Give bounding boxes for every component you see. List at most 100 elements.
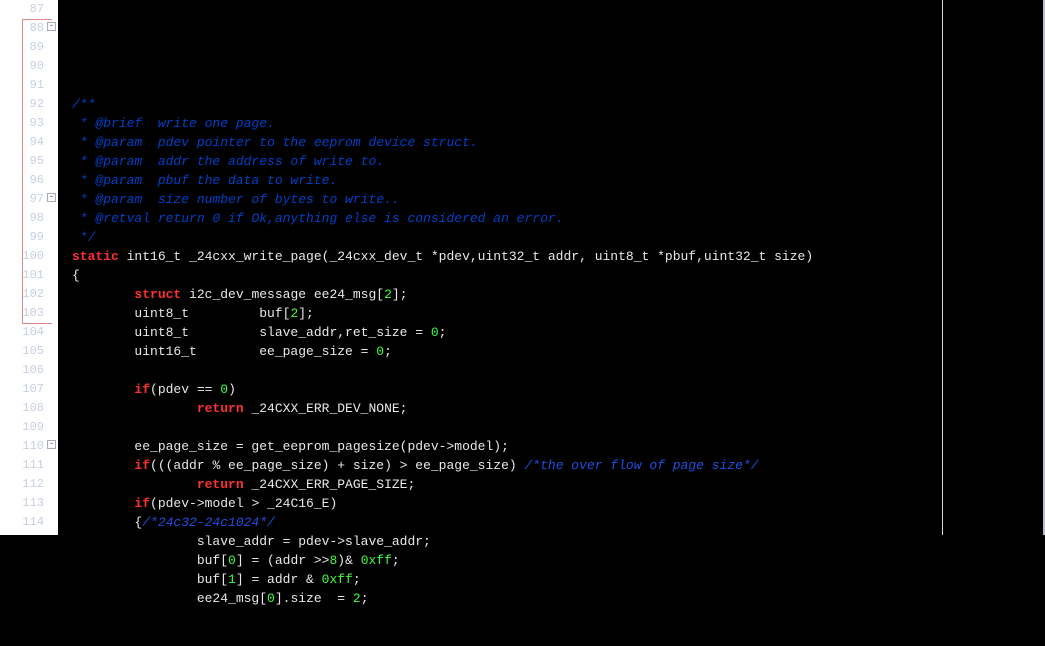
code-token: 0xff [322, 572, 353, 587]
code-token: * @param pdev pointer to the eeprom devi… [72, 135, 478, 150]
code-token: /*24c32-24c1024*/ [142, 515, 275, 530]
fold-toggle-icon[interactable]: - [47, 440, 56, 449]
code-token: _24CXX_ERR_PAGE_SIZE; [244, 477, 416, 492]
line-number[interactable]: 110- [0, 437, 56, 456]
code-token: _24CXX_ERR_DEV_NONE; [244, 401, 408, 416]
code-line[interactable]: if(pdev->model > _24C16_E) [72, 494, 1045, 513]
code-line[interactable] [72, 418, 1045, 437]
code-token [72, 287, 134, 302]
line-number[interactable]: 90 [0, 57, 56, 76]
line-number[interactable]: 95 [0, 152, 56, 171]
code-line[interactable]: buf[1] = addr & 0xff; [72, 570, 1045, 589]
line-number-text: 114 [22, 513, 44, 532]
code-token: return [197, 401, 244, 416]
code-line[interactable]: ee_page_size = get_eeprom_pagesize(pdev-… [72, 437, 1045, 456]
code-token [72, 401, 197, 416]
code-token: * @retval return 0 if Ok,anything else i… [72, 211, 563, 226]
fold-toggle-icon[interactable]: - [47, 22, 56, 31]
code-line[interactable] [72, 361, 1045, 380]
code-line[interactable]: return _24CXX_ERR_DEV_NONE; [72, 399, 1045, 418]
line-number-text: 91 [30, 76, 44, 95]
code-token: ; [439, 325, 447, 340]
line-number[interactable]: 111 [0, 456, 56, 475]
code-line[interactable]: * @brief write one page. [72, 114, 1045, 133]
line-number[interactable]: 99 [0, 228, 56, 247]
code-token: * @brief write one page. [72, 116, 275, 131]
code-line[interactable]: */ [72, 228, 1045, 247]
code-line[interactable]: uint8_t slave_addr,ret_size = 0; [72, 323, 1045, 342]
code-token: ; [353, 572, 361, 587]
line-number[interactable]: 96 [0, 171, 56, 190]
line-number[interactable]: 106 [0, 361, 56, 380]
code-line[interactable]: static int16_t _24cxx_write_page(_24cxx_… [72, 247, 1045, 266]
code-line[interactable]: {/*24c32-24c1024*/ [72, 513, 1045, 532]
code-token: ] = (addr >> [236, 553, 330, 568]
code-line[interactable]: if(pdev == 0) [72, 380, 1045, 399]
line-number-text: 97 [30, 190, 44, 209]
code-token: uint8_t slave_addr,ret_size = [72, 325, 431, 340]
print-margin-line [942, 0, 943, 535]
code-token: slave_addr = pdev->slave_addr; [72, 534, 431, 549]
line-number-text: 109 [22, 418, 44, 437]
code-token: static [72, 249, 119, 264]
line-number[interactable]: 91 [0, 76, 56, 95]
code-line[interactable]: * @param size number of bytes to write.. [72, 190, 1045, 209]
code-token: )& [337, 553, 360, 568]
code-editor-area[interactable]: /** * @brief write one page. * @param pd… [58, 0, 1045, 535]
code-token: 8 [329, 553, 337, 568]
code-token: 2 [384, 287, 392, 302]
code-line[interactable]: * @param addr the address of write to. [72, 152, 1045, 171]
code-token: ; [384, 344, 392, 359]
code-line[interactable]: * @param pdev pointer to the eeprom devi… [72, 133, 1045, 152]
code-token: 0 [220, 382, 228, 397]
line-number-text: 110 [22, 437, 44, 456]
code-line[interactable]: ee24_msg[0].size = 2; [72, 589, 1045, 608]
line-number[interactable]: 98 [0, 209, 56, 228]
line-number-gutter[interactable]: 8788-899091929394959697-9899100101102103… [0, 0, 58, 535]
code-token: { [72, 268, 80, 283]
line-number[interactable]: 94 [0, 133, 56, 152]
line-number[interactable]: 89 [0, 38, 56, 57]
line-number[interactable]: 92 [0, 95, 56, 114]
code-line[interactable]: uint8_t buf[2]; [72, 304, 1045, 323]
line-number[interactable]: 113 [0, 494, 56, 513]
code-token: */ [72, 230, 95, 245]
line-number-text: 98 [30, 209, 44, 228]
line-number[interactable]: 93 [0, 114, 56, 133]
code-token: ; [361, 591, 369, 606]
code-token: 0 [376, 344, 384, 359]
code-line[interactable]: return _24CXX_ERR_PAGE_SIZE; [72, 475, 1045, 494]
code-line[interactable]: buf[0] = (addr >>8)& 0xff; [72, 551, 1045, 570]
code-token: i2c_dev_message ee24_msg[ [181, 287, 384, 302]
line-number[interactable]: 87 [0, 0, 56, 19]
line-number[interactable]: 100 [0, 247, 56, 266]
line-number[interactable]: 109 [0, 418, 56, 437]
code-line[interactable]: /** [72, 95, 1045, 114]
line-number[interactable]: 107 [0, 380, 56, 399]
line-number[interactable]: 114 [0, 513, 56, 532]
line-number[interactable]: 103 [0, 304, 56, 323]
code-token: ]; [392, 287, 408, 302]
code-line[interactable]: { [72, 266, 1045, 285]
line-number[interactable]: 104 [0, 323, 56, 342]
code-line[interactable]: uint16_t ee_page_size = 0; [72, 342, 1045, 361]
line-number-text: 105 [22, 342, 44, 361]
code-line[interactable] [72, 76, 1045, 95]
line-number[interactable]: 102 [0, 285, 56, 304]
code-line[interactable]: if(((addr % ee_page_size) + size) > ee_p… [72, 456, 1045, 475]
code-line[interactable]: * @retval return 0 if Ok,anything else i… [72, 209, 1045, 228]
line-number[interactable]: 97- [0, 190, 56, 209]
code-token: int16_t _24cxx_write_page(_24cxx_dev_t *… [119, 249, 813, 264]
line-number[interactable]: 101 [0, 266, 56, 285]
line-number[interactable]: 108 [0, 399, 56, 418]
code-token [72, 496, 134, 511]
line-number[interactable]: 105 [0, 342, 56, 361]
code-token: { [72, 515, 142, 530]
code-line[interactable]: * @param pbuf the data to write. [72, 171, 1045, 190]
code-token: if [134, 496, 150, 511]
line-number[interactable]: 112 [0, 475, 56, 494]
fold-toggle-icon[interactable]: - [47, 193, 56, 202]
line-number[interactable]: 88- [0, 19, 56, 38]
code-token: * @param size number of bytes to write.. [72, 192, 400, 207]
code-line[interactable]: struct i2c_dev_message ee24_msg[2]; [72, 285, 1045, 304]
